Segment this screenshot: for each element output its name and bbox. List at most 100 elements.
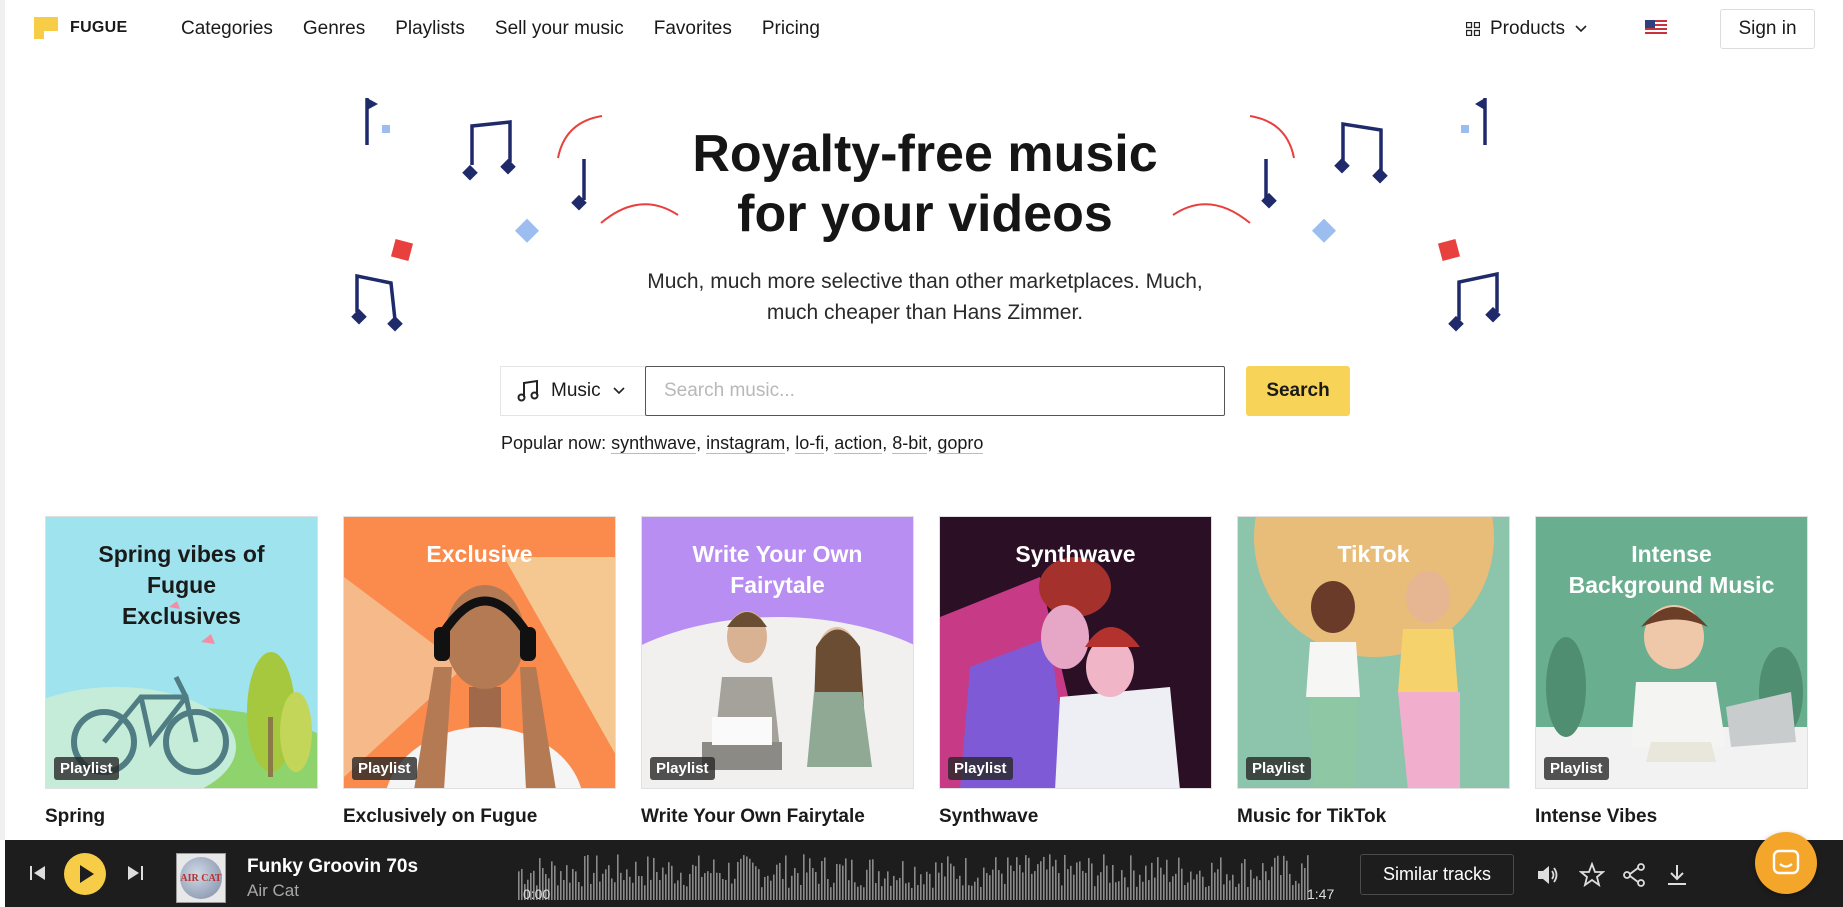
playlist-cover[interactable]: Write Your Own Fairytale Playlist bbox=[641, 516, 914, 789]
playlist-name[interactable]: Music for TikTok bbox=[1237, 806, 1510, 828]
playlist-card[interactable]: Spring vibes of Fugue Exclusives Playlis… bbox=[45, 516, 318, 828]
tag-gopro[interactable]: gopro bbox=[937, 433, 984, 454]
waveform-bar bbox=[923, 884, 925, 900]
playlist-name[interactable]: Intense Vibes bbox=[1535, 806, 1808, 828]
waveform-bar bbox=[1058, 873, 1060, 900]
track-title[interactable]: Funky Groovin 70s bbox=[247, 856, 418, 878]
waveform-bar bbox=[1172, 876, 1174, 900]
waveform-bar bbox=[899, 877, 901, 900]
waveform-bar bbox=[788, 887, 790, 900]
waveform-bar bbox=[1037, 864, 1039, 900]
waveform-bar bbox=[1004, 883, 1006, 900]
playlist-cover-title: TikTok bbox=[1337, 541, 1410, 567]
hero-subtitle: Much, much more selective than other mar… bbox=[625, 266, 1225, 328]
waveform-bar bbox=[728, 862, 730, 900]
chat-launcher-button[interactable] bbox=[1755, 832, 1817, 894]
playlist-cover[interactable]: Synthwave Playlist bbox=[939, 516, 1212, 789]
waveform-bar bbox=[1292, 885, 1294, 900]
share-icon[interactable] bbox=[1621, 862, 1647, 888]
chat-icon bbox=[1772, 849, 1800, 875]
waveform-bar bbox=[1256, 876, 1258, 900]
volume-icon[interactable] bbox=[1535, 862, 1561, 888]
waveform-bar bbox=[1178, 857, 1180, 900]
waveform-bar bbox=[1103, 854, 1105, 900]
search-type-label: Music bbox=[551, 380, 601, 401]
waveform-bar bbox=[1283, 855, 1285, 900]
search-type-select[interactable]: Music bbox=[500, 366, 646, 416]
waveform-bar bbox=[713, 859, 715, 900]
waveform-bar bbox=[938, 872, 940, 900]
waveform-bar bbox=[605, 869, 607, 900]
waveform-bar bbox=[677, 880, 679, 900]
waveform-bar bbox=[1226, 874, 1228, 900]
waveform-bar bbox=[842, 865, 844, 900]
waveform[interactable] bbox=[518, 854, 1310, 900]
waveform-bar bbox=[974, 881, 976, 900]
waveform-bar bbox=[752, 862, 754, 900]
playlist-name[interactable]: Synthwave bbox=[939, 806, 1212, 828]
playlist-cover[interactable]: TikTok Playlist bbox=[1237, 516, 1510, 789]
playlist-card[interactable]: Intense Background Music Playlist Intens… bbox=[1535, 516, 1808, 828]
waveform-bar bbox=[1073, 874, 1075, 900]
waveform-bar bbox=[1181, 868, 1183, 900]
tag-action[interactable]: action bbox=[834, 433, 883, 454]
waveform-bar bbox=[821, 861, 823, 900]
playlist-cover-title: Write Your Own Fairytale bbox=[692, 541, 863, 598]
hero-title: Royalty-free music for your videos bbox=[525, 124, 1325, 244]
playlist-card[interactable]: Exclusive Playlist Exclusively on Fugue bbox=[343, 516, 616, 828]
waveform-bar bbox=[1196, 874, 1198, 900]
playlist-name[interactable]: Exclusively on Fugue bbox=[343, 806, 616, 828]
tag-lo-fi[interactable]: lo-fi bbox=[795, 433, 825, 454]
playlist-cover[interactable]: Intense Background Music Playlist bbox=[1535, 516, 1808, 789]
waveform-bar bbox=[1151, 862, 1153, 900]
tag-8-bit[interactable]: 8-bit bbox=[892, 433, 928, 454]
waveform-bar bbox=[1271, 866, 1273, 900]
waveform-bar bbox=[743, 855, 745, 900]
track-artist[interactable]: Air Cat bbox=[247, 881, 299, 901]
waveform-bar bbox=[845, 858, 847, 900]
previous-track-icon[interactable] bbox=[27, 862, 49, 884]
waveform-bar bbox=[857, 886, 859, 900]
waveform-bar bbox=[1280, 875, 1282, 900]
similar-tracks-button[interactable]: Similar tracks bbox=[1360, 854, 1514, 895]
playlist-cover[interactable]: Spring vibes of Fugue Exclusives Playlis… bbox=[45, 516, 318, 789]
waveform-bar bbox=[944, 876, 946, 900]
waveform-bar bbox=[1028, 857, 1030, 900]
search-button[interactable]: Search bbox=[1246, 366, 1350, 416]
waveform-bar bbox=[662, 867, 664, 900]
waveform-bar bbox=[1031, 873, 1033, 900]
waveform-bar bbox=[1289, 873, 1291, 900]
waveform-bar bbox=[581, 886, 583, 900]
waveform-bar bbox=[809, 858, 811, 900]
waveform-bar bbox=[878, 871, 880, 900]
waveform-bar bbox=[887, 871, 889, 900]
track-thumbnail[interactable]: AIR CAT bbox=[176, 853, 226, 903]
playlist-card[interactable]: Synthwave Playlist Synthwave bbox=[939, 516, 1212, 828]
waveform-bar bbox=[1148, 880, 1150, 900]
playlist-name[interactable]: Spring bbox=[45, 806, 318, 828]
waveform-bar bbox=[761, 887, 763, 900]
waveform-bar bbox=[653, 857, 655, 900]
playlist-cover[interactable]: Exclusive Playlist bbox=[343, 516, 616, 789]
download-icon[interactable] bbox=[1664, 862, 1690, 888]
next-track-icon[interactable] bbox=[124, 862, 146, 884]
tag-synthwave[interactable]: synthwave bbox=[611, 433, 697, 454]
playlist-card[interactable]: Write Your Own Fairytale Playlist Write … bbox=[641, 516, 914, 828]
waveform-bar bbox=[698, 855, 700, 900]
waveform-bar bbox=[719, 873, 721, 900]
waveform-bar bbox=[860, 885, 862, 900]
waveform-bar bbox=[1049, 854, 1051, 900]
waveform-bar bbox=[980, 886, 982, 900]
play-button[interactable] bbox=[64, 853, 106, 895]
tag-instagram[interactable]: instagram bbox=[706, 433, 786, 454]
waveform-bar bbox=[1259, 880, 1261, 900]
star-icon[interactable] bbox=[1579, 862, 1605, 888]
playlist-name[interactable]: Write Your Own Fairytale bbox=[641, 806, 914, 828]
waveform-bar bbox=[1238, 883, 1240, 900]
waveform-bar bbox=[926, 871, 928, 900]
waveform-bar bbox=[1262, 863, 1264, 900]
waveform-bar bbox=[1160, 867, 1162, 900]
waveform-bar bbox=[1052, 866, 1054, 900]
playlist-card[interactable]: TikTok Playlist Music for TikTok bbox=[1237, 516, 1510, 828]
search-input[interactable] bbox=[645, 366, 1225, 416]
